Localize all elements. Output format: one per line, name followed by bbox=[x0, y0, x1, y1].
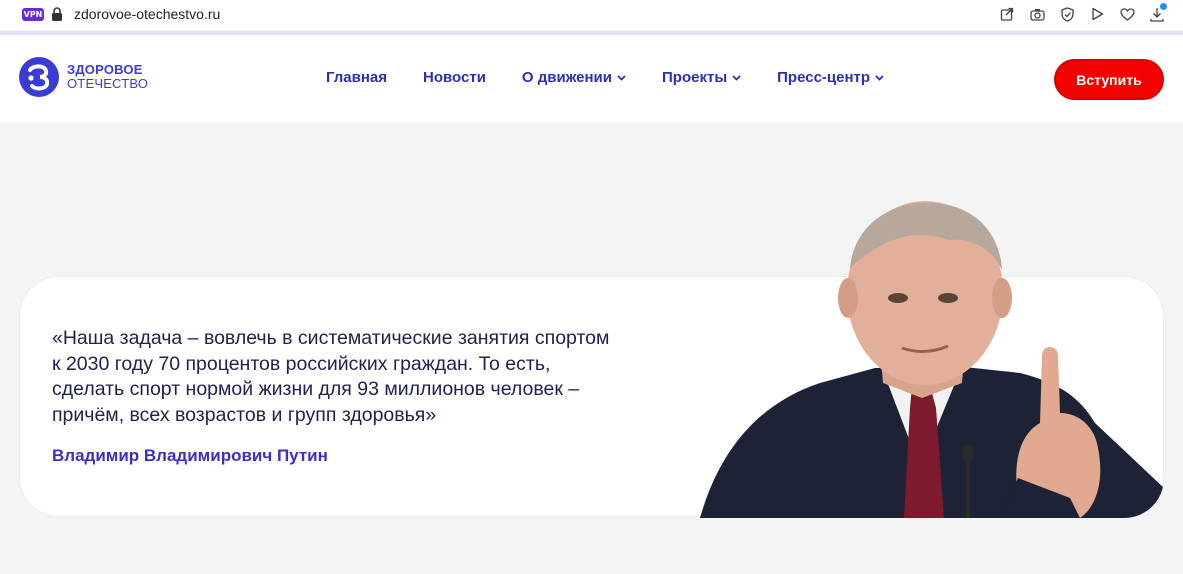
logo-line-2: ОТЕЧЕСТВО bbox=[67, 76, 149, 91]
chevron-down-icon bbox=[732, 74, 741, 81]
join-button[interactable]: Вступить bbox=[1054, 59, 1164, 100]
speaker-portrait bbox=[700, 201, 1164, 518]
quote-line: к 2030 году 70 процентов российских граж… bbox=[52, 352, 551, 375]
nav-item-news[interactable]: Новости bbox=[423, 69, 486, 86]
chevron-down-icon bbox=[617, 74, 626, 81]
quote-text: «Наша задача – вовлечь в систематические… bbox=[52, 326, 652, 428]
site-header: ЗДОРОВОЕ ОТЕЧЕСТВО Главная Новости О дви… bbox=[0, 35, 1183, 122]
quote-line: причём, всех возрастов и групп здоровья» bbox=[52, 403, 437, 426]
quote-line: «Наша задача – вовлечь в систематические… bbox=[52, 327, 610, 349]
share-icon[interactable] bbox=[999, 5, 1015, 23]
shield-icon[interactable] bbox=[1059, 5, 1075, 23]
browser-toolbar: VPN zdorovoe-otechestvo.ru bbox=[0, 0, 1183, 30]
nav-label: Пресс-центр bbox=[777, 69, 871, 86]
download-icon[interactable] bbox=[1149, 3, 1167, 23]
logo-text: ЗДОРОВОЕ ОТЕЧЕСТВО bbox=[67, 63, 148, 91]
lock-icon bbox=[52, 7, 62, 21]
nav-label: Новости bbox=[423, 69, 486, 86]
chevron-down-icon bbox=[875, 74, 884, 81]
main-nav: Главная Новости О движении Проекты Пресс… bbox=[326, 69, 920, 86]
logo-mark-icon bbox=[19, 57, 59, 97]
nav-label: Проекты bbox=[662, 69, 728, 86]
nav-item-about[interactable]: О движении bbox=[522, 69, 626, 86]
download-badge-dot bbox=[1160, 3, 1167, 10]
vpn-badge[interactable]: VPN bbox=[22, 8, 44, 21]
nav-label: О движении bbox=[521, 69, 613, 86]
nav-item-press-center[interactable]: Пресс-центр bbox=[777, 69, 884, 86]
nav-label: Главная bbox=[326, 69, 388, 86]
address-bar-url[interactable]: zdorovoe-otechestvo.ru bbox=[74, 6, 220, 22]
site-logo[interactable]: ЗДОРОВОЕ ОТЕЧЕСТВО bbox=[19, 57, 148, 97]
play-icon[interactable] bbox=[1089, 5, 1105, 23]
camera-icon[interactable] bbox=[1029, 5, 1045, 23]
nav-item-projects[interactable]: Проекты bbox=[662, 69, 741, 86]
nav-item-home[interactable]: Главная bbox=[326, 69, 387, 86]
quote-author: Владимир Владимирович Путин bbox=[52, 446, 328, 465]
logo-line-1: ЗДОРОВОЕ bbox=[67, 62, 143, 77]
heart-icon[interactable] bbox=[1119, 5, 1135, 23]
quote-line: сделать спорт нормой жизни для 93 миллио… bbox=[52, 378, 580, 400]
